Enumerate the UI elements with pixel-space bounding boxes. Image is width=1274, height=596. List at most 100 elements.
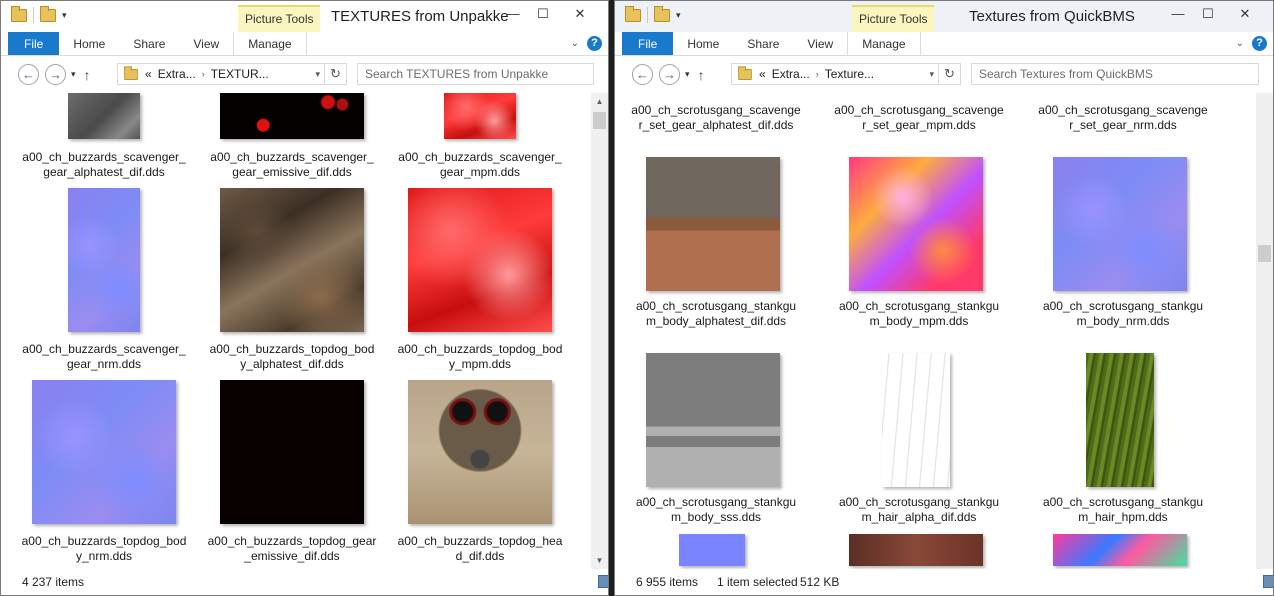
- file-thumbnail[interactable]: [444, 93, 516, 139]
- maximize-button[interactable]: ☐: [1193, 3, 1223, 25]
- tab-view[interactable]: View: [793, 32, 847, 55]
- title-bar[interactable]: ▾ Picture Tools Textures from QuickBMS —…: [615, 1, 1273, 32]
- file-name[interactable]: a00_ch_scrotusgang_stankgum_body_mpm.dds: [834, 299, 1004, 329]
- help-icon[interactable]: ?: [587, 36, 602, 51]
- customize-toolbar-arrow-icon[interactable]: ▾: [676, 10, 681, 21]
- tab-file[interactable]: File: [622, 32, 674, 55]
- breadcrumb-segment[interactable]: TEXTUR...: [211, 67, 269, 81]
- explorer-window-left: ▾ Picture Tools TEXTURES from Unpakke — …: [0, 0, 609, 596]
- file-name[interactable]: a00_ch_buzzards_topdog_body_mpm.dds: [395, 342, 565, 372]
- explorer-window-right: ▾ Picture Tools Textures from QuickBMS —…: [614, 0, 1274, 596]
- address-dropdown-icon[interactable]: ▾: [929, 69, 934, 80]
- file-view: a00_ch_scrotusgang_scavenger_set_gear_al…: [615, 93, 1256, 569]
- maximize-button[interactable]: ☐: [528, 3, 558, 25]
- breadcrumb-segment[interactable]: Texture...: [825, 67, 874, 81]
- tab-home[interactable]: Home: [59, 32, 119, 55]
- back-button[interactable]: ←: [632, 64, 653, 85]
- large-icons-view-icon[interactable]: [598, 575, 608, 588]
- file-name[interactable]: a00_ch_scrotusgang_stankgum_body_sss.dds: [631, 495, 801, 525]
- search-input[interactable]: Search TEXTURES from Unpakke: [357, 63, 594, 85]
- new-folder-icon[interactable]: [40, 5, 56, 22]
- recent-locations-icon[interactable]: ▾: [71, 69, 76, 80]
- file-thumbnail[interactable]: [220, 380, 364, 524]
- file-name[interactable]: a00_ch_buzzards_scavenger_gear_nrm.dds: [19, 342, 189, 372]
- new-folder-icon[interactable]: [654, 5, 670, 22]
- file-thumbnail[interactable]: [1086, 353, 1154, 487]
- file-name[interactable]: a00_ch_scrotusgang_stankgum_hair_hpm.dds: [1038, 495, 1208, 525]
- file-name[interactable]: a00_ch_buzzards_scavenger_gear_emissive_…: [207, 150, 377, 180]
- vertical-scrollbar[interactable]: ▲ ▼: [591, 93, 608, 569]
- scroll-thumb[interactable]: [593, 112, 606, 129]
- customize-toolbar-arrow-icon[interactable]: ▾: [62, 10, 67, 21]
- file-name[interactable]: a00_ch_scrotusgang_stankgum_body_alphate…: [631, 299, 801, 329]
- scroll-thumb[interactable]: [1258, 245, 1271, 262]
- file-name[interactable]: a00_ch_buzzards_scavenger_gear_alphatest…: [19, 150, 189, 180]
- tab-home[interactable]: Home: [673, 32, 733, 55]
- recent-locations-icon[interactable]: ▾: [685, 69, 690, 80]
- vertical-scrollbar[interactable]: [1256, 93, 1273, 569]
- close-button[interactable]: ✕: [558, 3, 602, 25]
- breadcrumb-segment[interactable]: Extra...: [772, 67, 810, 81]
- folder-icon: [11, 5, 27, 22]
- address-chevron[interactable]: «: [145, 67, 152, 81]
- help-icon[interactable]: ?: [1252, 36, 1267, 51]
- file-name[interactable]: a00_ch_buzzards_topdog_body_alphatest_di…: [207, 342, 377, 372]
- large-icons-view-icon[interactable]: [1263, 575, 1273, 588]
- file-thumbnail[interactable]: [882, 353, 950, 487]
- file-thumbnail[interactable]: [68, 93, 140, 139]
- minimize-button[interactable]: —: [498, 3, 528, 25]
- file-thumbnail[interactable]: [849, 534, 983, 566]
- item-count: 4 237 items: [22, 575, 85, 589]
- tab-file[interactable]: File: [8, 32, 60, 55]
- expand-ribbon-chevron-icon[interactable]: ⌄: [1236, 38, 1244, 49]
- file-name[interactable]: a00_ch_buzzards_topdog_head_dif.dds: [395, 534, 565, 564]
- file-name[interactable]: a00_ch_buzzards_topdog_gear_emissive_dif…: [207, 534, 377, 564]
- file-name[interactable]: a00_ch_scrotusgang_scavenger_set_gear_al…: [631, 103, 801, 133]
- forward-button[interactable]: →: [45, 64, 66, 85]
- scroll-down-arrow-icon[interactable]: ▼: [591, 552, 608, 569]
- expand-ribbon-chevron-icon[interactable]: ⌄: [571, 38, 579, 49]
- title-bar[interactable]: ▾ Picture Tools TEXTURES from Unpakke — …: [1, 1, 608, 32]
- file-thumbnail[interactable]: [646, 353, 780, 487]
- file-name[interactable]: a00_ch_scrotusgang_scavenger_set_gear_mp…: [834, 103, 1004, 133]
- address-bar[interactable]: « Extra... › TEXTUR... ▾ ↻: [117, 63, 347, 85]
- minimize-button[interactable]: —: [1163, 3, 1193, 25]
- file-thumbnail[interactable]: [646, 157, 780, 291]
- file-thumbnail[interactable]: [220, 188, 364, 332]
- file-name[interactable]: a00_ch_scrotusgang_stankgum_hair_alpha_d…: [834, 495, 1004, 525]
- address-bar[interactable]: « Extra... › Texture... ▾ ↻: [731, 63, 961, 85]
- tab-share[interactable]: Share: [733, 32, 793, 55]
- file-thumbnail[interactable]: [32, 380, 176, 524]
- forward-button[interactable]: →: [659, 64, 680, 85]
- scroll-up-arrow-icon[interactable]: ▲: [591, 93, 608, 110]
- file-name[interactable]: a00_ch_scrotusgang_stankgum_body_nrm.dds: [1038, 299, 1208, 329]
- file-thumbnail[interactable]: [68, 188, 140, 332]
- file-thumbnail[interactable]: [1053, 157, 1187, 291]
- search-input[interactable]: Search Textures from QuickBMS: [971, 63, 1259, 85]
- address-dropdown-icon[interactable]: ▾: [315, 69, 320, 80]
- tab-manage[interactable]: Manage: [847, 32, 921, 55]
- status-bar: 4 237 items: [1, 569, 608, 595]
- up-button[interactable]: ↑: [698, 67, 705, 83]
- address-chevron[interactable]: «: [759, 67, 766, 81]
- file-thumbnail[interactable]: [408, 188, 552, 332]
- back-button[interactable]: ←: [18, 64, 39, 85]
- up-button[interactable]: ↑: [84, 67, 91, 83]
- breadcrumb-segment[interactable]: Extra...: [158, 67, 196, 81]
- file-name[interactable]: a00_ch_buzzards_topdog_body_nrm.dds: [19, 534, 189, 564]
- refresh-icon[interactable]: ↻: [938, 64, 960, 84]
- file-thumbnail[interactable]: [849, 157, 983, 291]
- breadcrumb-arrow-icon[interactable]: ›: [202, 69, 205, 79]
- tab-view[interactable]: View: [179, 32, 233, 55]
- tab-manage[interactable]: Manage: [233, 32, 307, 55]
- close-button[interactable]: ✕: [1223, 3, 1267, 25]
- file-thumbnail[interactable]: [408, 380, 552, 524]
- breadcrumb-arrow-icon[interactable]: ›: [816, 69, 819, 79]
- file-thumbnail[interactable]: [1053, 534, 1187, 566]
- file-name[interactable]: a00_ch_buzzards_scavenger_gear_mpm.dds: [395, 150, 565, 180]
- refresh-icon[interactable]: ↻: [324, 64, 346, 84]
- file-name[interactable]: a00_ch_scrotusgang_scavenger_set_gear_nr…: [1038, 103, 1208, 133]
- file-thumbnail[interactable]: [679, 534, 745, 566]
- tab-share[interactable]: Share: [119, 32, 179, 55]
- file-thumbnail[interactable]: [220, 93, 364, 139]
